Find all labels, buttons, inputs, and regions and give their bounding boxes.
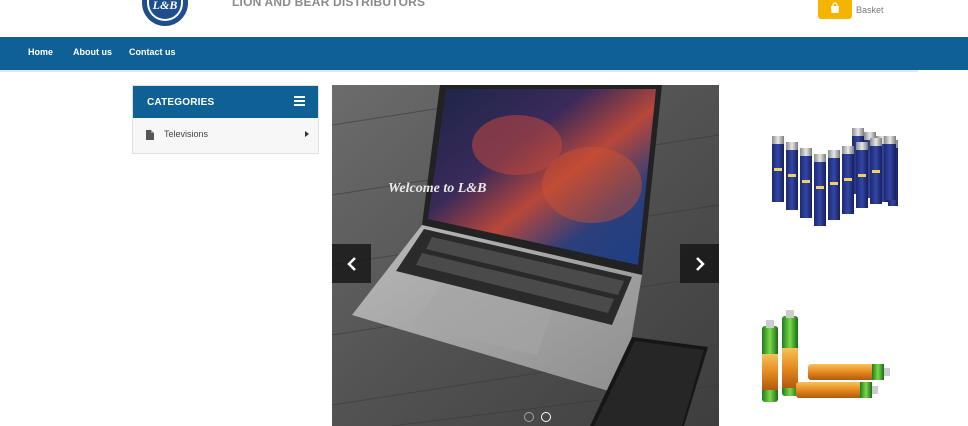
basket-button[interactable] [818, 0, 852, 19]
site-logo[interactable]: L&B [142, 0, 188, 26]
rayovac-batteries-image[interactable] [752, 118, 902, 246]
logo-monogram: L&B [147, 0, 183, 21]
nav-contact-us[interactable]: Contact us [129, 47, 176, 57]
nav-home[interactable]: Home [28, 47, 53, 57]
brand-name: LION AND BEAR DISTRIBUTORS [232, 0, 426, 9]
gp-super-batteries-image[interactable] [752, 298, 902, 410]
chevron-right-icon [695, 256, 705, 271]
slider-prev-button[interactable] [332, 244, 371, 283]
chevron-left-icon [346, 256, 356, 271]
nav-about-us[interactable]: About us [73, 47, 112, 57]
categories-panel: CATEGORIES Televisions [132, 85, 319, 154]
category-item-televisions[interactable]: Televisions [133, 118, 318, 153]
bars-icon[interactable] [294, 96, 305, 106]
slider-next-button[interactable] [680, 244, 719, 283]
slider-dot-2[interactable] [541, 412, 551, 422]
slider-dot-1[interactable] [524, 412, 534, 422]
basket-label[interactable]: Basket [856, 5, 884, 15]
categories-title: CATEGORIES [147, 97, 215, 108]
slide-caption: Welcome to L&B [388, 181, 487, 196]
categories-header[interactable]: CATEGORIES [133, 86, 318, 118]
category-label: Televisions [164, 129, 209, 139]
file-icon [146, 130, 154, 140]
shopping-bag-icon [831, 2, 839, 13]
caret-right-icon [305, 131, 309, 137]
main-navbar: Home About us Contact us [0, 37, 968, 70]
image-slider[interactable]: Welcome to L&B [332, 85, 719, 426]
page: L&B LION AND BEAR DISTRIBUTORS Basket Ho… [0, 0, 968, 426]
laptop-slide-image [332, 85, 719, 426]
navbar-divider [0, 70, 918, 72]
